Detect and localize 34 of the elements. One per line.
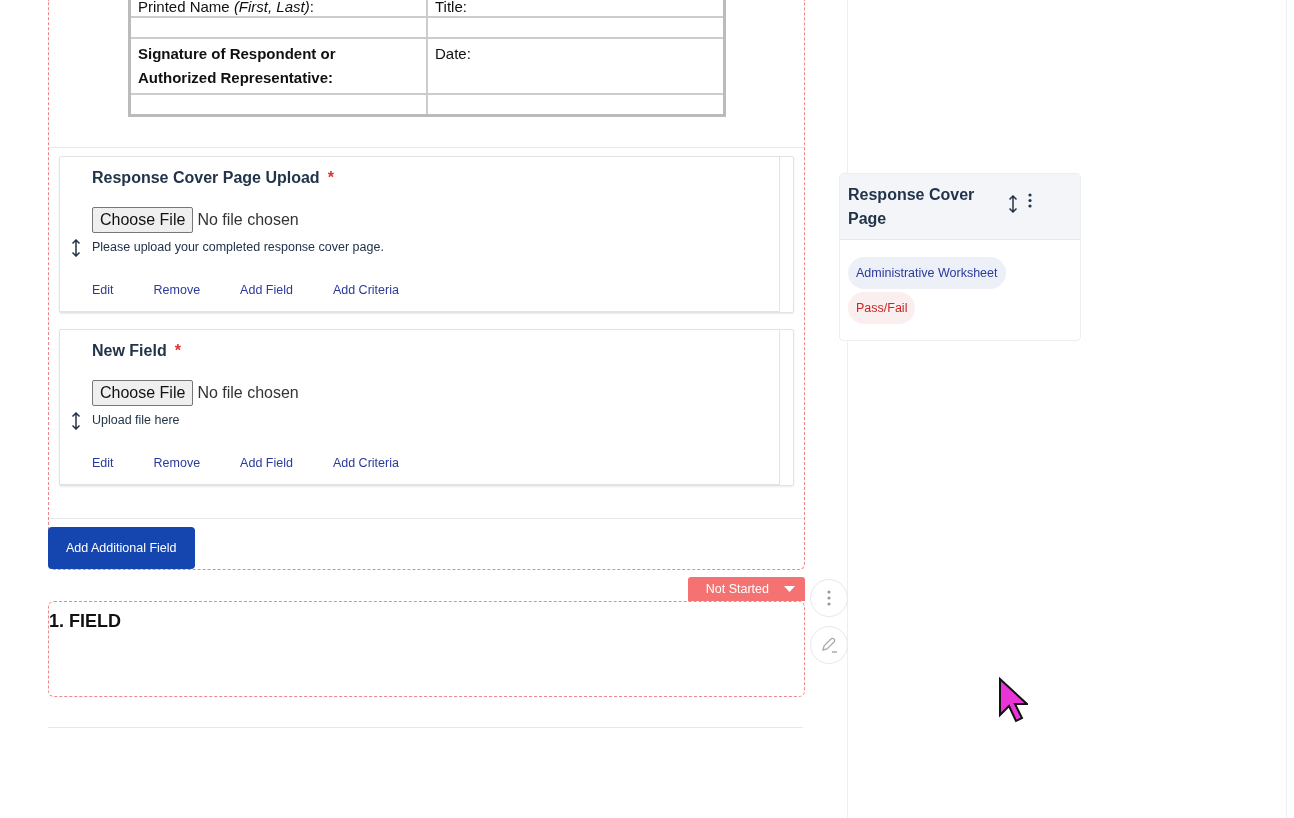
- action-link[interactable]: Add Field: [240, 456, 293, 470]
- action-link[interactable]: Remove: [153, 456, 201, 470]
- action-link[interactable]: Edit: [92, 456, 114, 470]
- pointer-icon: [998, 677, 1028, 723]
- pencil-icon: [819, 635, 839, 655]
- field-title: New Field: [92, 342, 167, 360]
- file-status: No file chosen: [197, 211, 299, 229]
- card-title: Response Cover Page: [848, 185, 976, 229]
- tag: Pass/Fail: [848, 292, 916, 324]
- choose-file-button[interactable]: Choose File: [92, 207, 194, 233]
- action-link[interactable]: Edit: [92, 283, 114, 297]
- table-cell: Signature of Respondent or Authorized Representative:: [129, 38, 427, 94]
- drag-handle-icon[interactable]: [1008, 195, 1018, 213]
- table-cell: Title:: [427, 0, 725, 17]
- action-link[interactable]: Add Criteria: [332, 456, 399, 470]
- field-hint: Upload file here: [92, 413, 181, 427]
- drag-handle-icon[interactable]: [71, 239, 81, 257]
- action-link[interactable]: Add Criteria: [332, 283, 399, 297]
- more-options-icon[interactable]: [1028, 193, 1032, 208]
- field-hint: Please upload your completed response cover page.: [92, 240, 385, 254]
- tag: Administrative Worksheet: [848, 257, 1006, 289]
- caret-icon: [784, 586, 795, 592]
- action-link[interactable]: Add Field: [240, 283, 293, 297]
- table-cell: Printed Name (First, Last):: [129, 0, 427, 17]
- choose-file-button[interactable]: Choose File: [92, 380, 194, 406]
- section-title: 1. FIELD: [49, 611, 122, 632]
- required-mark: *: [174, 342, 181, 360]
- drag-handle-icon[interactable]: [71, 412, 81, 430]
- more-options-icon: [827, 590, 831, 606]
- action-link[interactable]: Remove: [153, 283, 201, 297]
- required-mark: *: [327, 169, 334, 187]
- field-title: Response Cover Page Upload: [92, 169, 320, 187]
- add-field-button[interactable]: Add Additional Field: [48, 527, 195, 569]
- file-status: No file chosen: [197, 384, 299, 402]
